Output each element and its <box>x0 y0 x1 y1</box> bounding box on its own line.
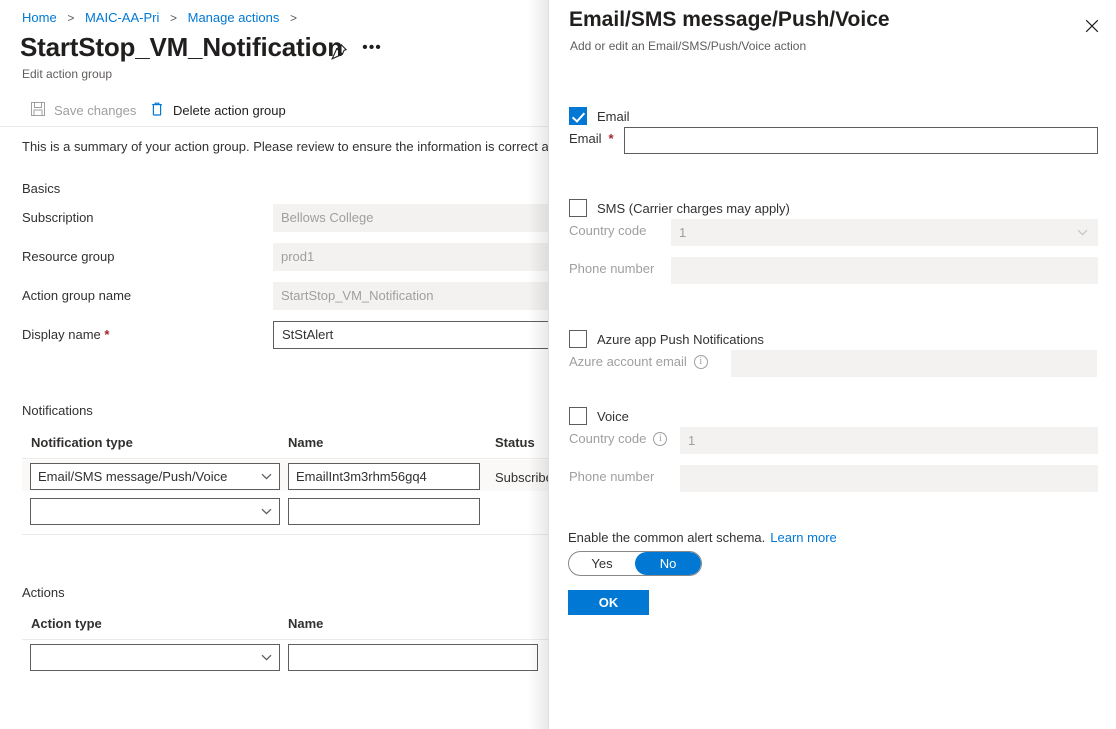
sms-phone-number-input <box>671 257 1098 284</box>
sms-checkbox-row[interactable]: SMS (Carrier charges may apply) <box>569 199 790 217</box>
label-azure-account-email: Azure account email i <box>569 354 708 369</box>
action-type-dropdown-row1[interactable] <box>30 644 280 671</box>
chevron-down-icon <box>1077 219 1088 246</box>
form-row-subscription: Subscription Bellows College <box>22 204 560 236</box>
breadcrumb-separator: > <box>170 11 177 25</box>
page-title: StartStop_VM_Notification <box>20 32 343 63</box>
screen: Home > MAIC-AA-Pri > Manage actions > St… <box>0 0 1116 729</box>
sms-checkbox[interactable] <box>569 199 587 217</box>
label-resource-group: Resource group <box>22 249 115 264</box>
required-asterisk: * <box>101 327 110 342</box>
common-alert-schema-row: Enable the common alert schema. Learn mor… <box>568 530 837 545</box>
label-display-name: Display name * <box>22 327 109 342</box>
required-asterisk: * <box>609 131 614 146</box>
breadcrumb: Home > MAIC-AA-Pri > Manage actions > <box>22 9 304 27</box>
notification-type-dropdown-row1[interactable]: Email/SMS message/Push/Voice <box>30 463 280 490</box>
label-subscription: Subscription <box>22 210 94 225</box>
breadcrumb-item-manage-actions[interactable]: Manage actions <box>188 10 280 25</box>
blade-shadow <box>528 0 548 729</box>
section-heading-basics: Basics <box>22 181 60 196</box>
push-checkbox-row[interactable]: Azure app Push Notifications <box>569 330 764 348</box>
breadcrumb-separator: > <box>290 11 297 25</box>
summary-description: This is a summary of your action group. … <box>22 139 553 154</box>
label-sms-country-code: Country code <box>569 223 646 238</box>
voice-country-code-input: 1 <box>680 427 1098 454</box>
breadcrumb-separator: > <box>67 11 74 25</box>
table-divider <box>22 534 560 535</box>
azure-account-email-input <box>731 350 1097 377</box>
push-notifications-checkbox[interactable] <box>569 330 587 348</box>
common-alert-schema-toggle[interactable]: Yes No <box>568 551 702 576</box>
trash-icon <box>149 101 165 120</box>
more-options-icon[interactable]: ••• <box>362 42 382 60</box>
push-checkbox-label: Azure app Push Notifications <box>597 332 764 347</box>
save-changes-button[interactable]: Save changes <box>24 97 142 124</box>
breadcrumb-item-home[interactable]: Home <box>22 10 57 25</box>
delete-action-group-button[interactable]: Delete action group <box>143 97 292 124</box>
blade-subtitle: Add or edit an Email/SMS/Push/Voice acti… <box>570 39 806 53</box>
display-name-input[interactable]: StStAlert <box>273 321 560 349</box>
notification-name-input-row1[interactable]: EmailInt3m3rhm56gq4 <box>288 463 480 490</box>
voice-phone-number-input <box>680 465 1098 492</box>
toggle-option-yes[interactable]: Yes <box>569 552 635 575</box>
learn-more-link[interactable]: Learn more <box>770 530 836 545</box>
form-row-action-group-name: Action group name StartStop_VM_Notificat… <box>22 282 560 314</box>
email-sms-push-voice-blade: Email/SMS message/Push/Voice Add or edit… <box>548 0 1116 729</box>
sms-checkbox-label: SMS (Carrier charges may apply) <box>597 201 790 216</box>
subscription-field: Bellows College <box>273 204 560 232</box>
label-action-group-name: Action group name <box>22 288 131 303</box>
save-disk-icon <box>30 101 46 120</box>
email-checkbox-row[interactable]: Email <box>569 107 630 125</box>
action-name-input-row1[interactable] <box>288 644 538 671</box>
label-voice-country-code: Country code i <box>569 431 667 446</box>
email-checkbox[interactable] <box>569 107 587 125</box>
close-icon[interactable] <box>1078 12 1106 40</box>
voice-checkbox-label: Voice <box>597 409 629 424</box>
table-divider <box>22 458 560 459</box>
label-voice-phone-number: Phone number <box>569 469 654 484</box>
resource-group-field: prod1 <box>273 243 560 271</box>
ok-button[interactable]: OK <box>568 590 649 615</box>
breadcrumb-item-maic-aa-pri[interactable]: MAIC-AA-Pri <box>85 10 159 25</box>
label-sms-phone-number: Phone number <box>569 261 654 276</box>
section-heading-actions: Actions <box>22 585 65 600</box>
voice-checkbox[interactable] <box>569 407 587 425</box>
toggle-option-no[interactable]: No <box>635 552 701 575</box>
chevron-down-icon <box>261 645 272 670</box>
column-header-notification-name: Name <box>288 435 323 450</box>
voice-checkbox-row[interactable]: Voice <box>569 407 629 425</box>
save-changes-label: Save changes <box>54 103 136 118</box>
label-email: Email* <box>569 131 614 146</box>
table-divider <box>22 639 560 640</box>
notification-type-dropdown-row2[interactable] <box>30 498 280 525</box>
form-row-resource-group: Resource group prod1 <box>22 243 560 275</box>
blade-title: Email/SMS message/Push/Voice <box>569 8 890 32</box>
column-header-action-name: Name <box>288 616 323 631</box>
common-alert-schema-label: Enable the common alert schema. <box>568 530 765 545</box>
command-bar: Save changes Delete action group <box>0 94 560 127</box>
info-icon[interactable]: i <box>653 432 667 446</box>
pin-icon[interactable] <box>330 43 348 61</box>
email-checkbox-label: Email <box>597 109 630 124</box>
column-header-action-type: Action type <box>31 616 102 631</box>
sms-country-code-dropdown: 1 <box>671 219 1098 246</box>
email-input[interactable] <box>624 127 1098 154</box>
column-header-notification-type: Notification type <box>31 435 133 450</box>
action-group-name-field: StartStop_VM_Notification <box>273 282 560 310</box>
section-heading-notifications: Notifications <box>22 403 93 418</box>
notification-name-input-row2[interactable] <box>288 498 480 525</box>
delete-action-group-label: Delete action group <box>173 103 286 118</box>
chevron-down-icon <box>261 499 272 524</box>
chevron-down-icon <box>261 464 272 489</box>
info-icon[interactable]: i <box>694 355 708 369</box>
form-row-display-name: Display name * StStAlert <box>22 321 560 353</box>
page-subtitle: Edit action group <box>22 67 112 81</box>
main-content-pane: Home > MAIC-AA-Pri > Manage actions > St… <box>0 0 560 729</box>
